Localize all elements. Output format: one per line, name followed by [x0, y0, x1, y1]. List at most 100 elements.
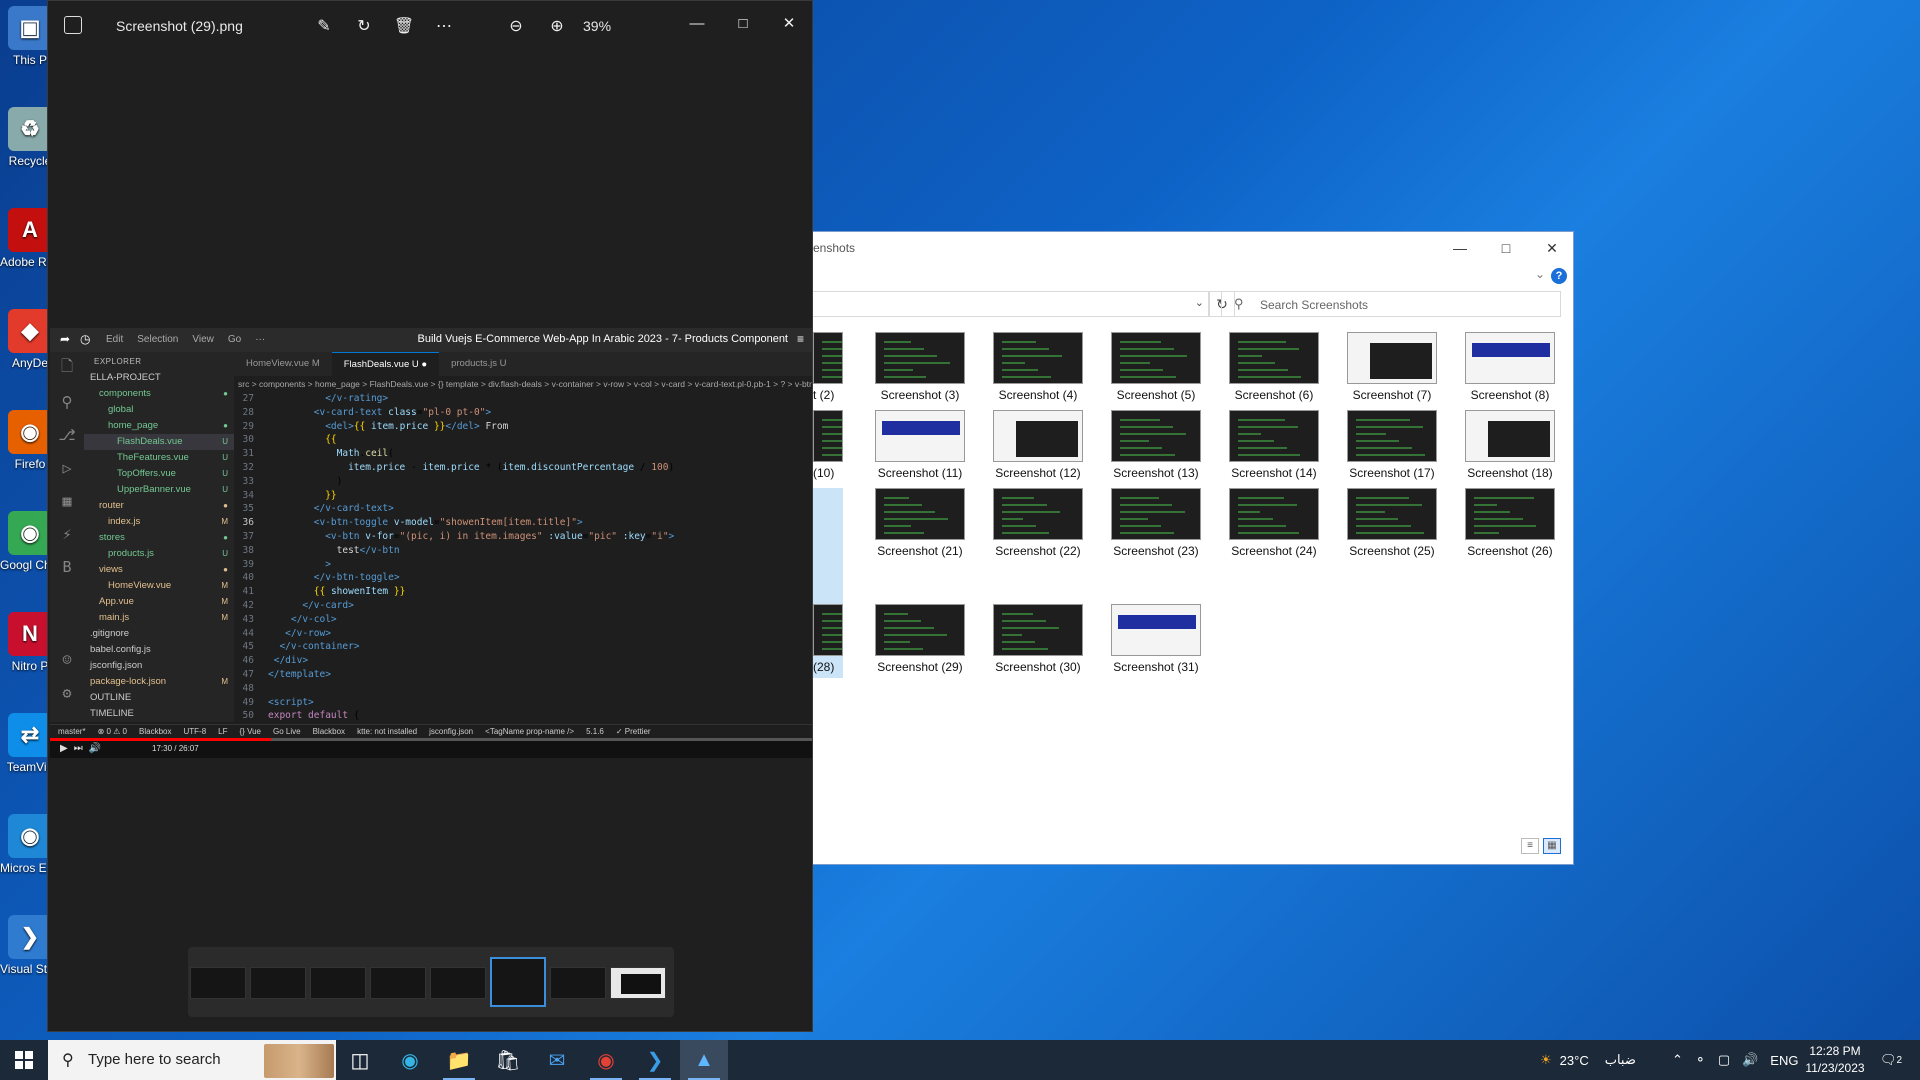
minimize-icon[interactable]: — [1437, 232, 1483, 264]
file-thumbnail [813, 410, 843, 462]
file-name: Screenshot (29) [877, 660, 963, 674]
file-thumbnail [875, 410, 965, 462]
file-tile[interactable]: Screenshot (7) [1337, 332, 1447, 406]
video-progress-bar [50, 738, 812, 741]
git-status-badge: U [222, 549, 228, 558]
tree-item-label: ELLA-PROJECT [90, 372, 161, 383]
file-tile[interactable]: Screenshot (26) [1455, 488, 1565, 562]
file-tile[interactable]: Screenshot (21) [865, 488, 975, 562]
code-line: 39 > [234, 558, 792, 572]
help-icon[interactable]: ? [1551, 268, 1567, 284]
delete-icon[interactable]: 🗑 [391, 13, 417, 39]
close-icon[interactable]: ✕ [1529, 232, 1575, 264]
task-view-icon[interactable]: ◫ [336, 1040, 384, 1080]
notifications-icon[interactable]: 🗨 2 [1880, 1040, 1902, 1080]
tree-item-label: FlashDeals.vue [117, 436, 183, 447]
adobe-reader-icon: A [8, 208, 52, 252]
file-tile[interactable]: Screenshot (24) [1219, 488, 1329, 562]
file-tile[interactable]: Screenshot (4) [983, 332, 1093, 406]
file-tile[interactable]: t (2) [813, 332, 843, 406]
search-input[interactable]: ⚲ Search Screenshots [1221, 291, 1561, 317]
file-name: Screenshot (11) [877, 466, 963, 480]
filmstrip-thumb[interactable] [370, 967, 426, 999]
search-icon: ⚲ [61, 392, 73, 411]
address-bar[interactable]: ⌄ [813, 291, 1209, 317]
file-tile[interactable]: Screenshot (8) [1455, 332, 1565, 406]
chevron-up-icon[interactable]: ⌃ [1672, 1052, 1683, 1068]
code-line: 49 <script> [234, 696, 792, 710]
maximize-icon[interactable]: □ [720, 7, 766, 39]
tree-item: .gitignore [84, 626, 234, 642]
chrome-icon[interactable]: ◉ [582, 1040, 630, 1080]
file-tile[interactable]: Screenshot (25) [1337, 488, 1447, 562]
code-line: 34 }} [234, 489, 792, 503]
file-tile[interactable]: (28) [813, 488, 843, 678]
tree-item-label: TIMELINE [90, 708, 134, 719]
start-button[interactable] [0, 1040, 48, 1080]
taskbar-search-input[interactable]: ⚲ Type here to search [48, 1040, 336, 1080]
file-tile[interactable]: Screenshot (5) [1101, 332, 1211, 406]
file-tile[interactable]: Screenshot (14) [1219, 410, 1329, 484]
file-name: Screenshot (30) [995, 660, 1081, 674]
maximize-icon[interactable]: □ [1483, 232, 1529, 264]
tree-item: global [84, 402, 234, 418]
code-text: <del>{{ item.price }}</del> From [325, 420, 509, 432]
status-item: UTF-8 [183, 727, 207, 736]
file-tile[interactable]: Screenshot (11) [865, 410, 975, 484]
minimize-icon[interactable]: — [674, 7, 720, 39]
close-icon[interactable]: ✕ [766, 7, 812, 39]
details-view-icon[interactable]: ≡ [1521, 838, 1539, 854]
code-line: 27 </v-rating> [234, 392, 792, 406]
file-tile[interactable]: Screenshot (22) [983, 488, 1093, 562]
zoom-out-icon[interactable]: ⊖ [503, 13, 529, 39]
filmstrip-thumb[interactable] [430, 967, 486, 999]
language-indicator[interactable]: ENG [1770, 1053, 1798, 1068]
zoom-in-icon[interactable]: ⊕ [544, 13, 570, 39]
line-number: 33 [242, 475, 254, 487]
network-icon[interactable]: ▢ [1718, 1052, 1730, 1068]
edge-icon[interactable]: ◉ [386, 1040, 434, 1080]
chevron-down-icon[interactable]: ⌄ [1195, 296, 1204, 309]
file-tile[interactable]: Screenshot (13) [1101, 410, 1211, 484]
file-thumbnail [1347, 410, 1437, 462]
filmstrip-thumb[interactable] [550, 967, 606, 999]
taskbar-search-placeholder: Type here to search [88, 1051, 221, 1068]
file-name: Screenshot (13) [1113, 466, 1199, 480]
source-control-icon: ⎇ [58, 425, 76, 444]
filmstrip-thumb[interactable] [250, 967, 306, 999]
file-tile[interactable]: Screenshot (18) [1455, 410, 1565, 484]
edit-icon[interactable]: ✎ [311, 13, 337, 39]
store-icon[interactable]: 🛍 [484, 1040, 532, 1080]
meet-icon[interactable]: ⚬ [1695, 1052, 1706, 1068]
file-tile[interactable]: Screenshot (29) [865, 604, 975, 678]
code-line: 36 <v-btn-toggle v-model="showenItem[ite… [234, 516, 792, 530]
mail-icon[interactable]: ✉ [533, 1040, 581, 1080]
volume-icon[interactable]: 🔊 [1742, 1052, 1758, 1068]
blackbox-icon: B [62, 557, 72, 576]
rotate-icon[interactable]: ↻ [351, 13, 377, 39]
file-tile[interactable]: (10) [813, 410, 843, 484]
filmstrip-thumb[interactable] [190, 967, 246, 999]
file-tile[interactable]: Screenshot (3) [865, 332, 975, 406]
expand-ribbon-icon[interactable]: ⌄ [1535, 267, 1545, 281]
file-tile[interactable]: Screenshot (31) [1101, 604, 1211, 678]
file-tile[interactable]: Screenshot (17) [1337, 410, 1447, 484]
filmstrip-thumb[interactable] [610, 967, 666, 999]
large-icons-view-icon[interactable]: ▦ [1543, 838, 1561, 854]
tree-item: stores ● [84, 530, 234, 546]
clock[interactable]: 12:28 PM 11/23/2023 [1800, 1043, 1870, 1077]
file-tile[interactable]: Screenshot (23) [1101, 488, 1211, 562]
file-explorer-icon[interactable]: 📁 [435, 1040, 483, 1080]
status-item: LF [218, 727, 228, 736]
vscode-icon[interactable]: ❯ [631, 1040, 679, 1080]
line-number: 37 [242, 530, 254, 542]
filmstrip-thumb[interactable] [310, 967, 366, 999]
file-tile[interactable]: Screenshot (6) [1219, 332, 1329, 406]
weather-widget[interactable]: ☀ 23°C ضباب [1540, 1040, 1636, 1080]
file-tile[interactable]: Screenshot (30) [983, 604, 1093, 678]
photos-icon[interactable]: ▲ [680, 1040, 728, 1080]
more-icon[interactable]: ⋯ [431, 13, 457, 39]
file-tile[interactable]: Screenshot (12) [983, 410, 1093, 484]
status-item: ktte: not installed [357, 727, 418, 736]
filmstrip-thumb-selected[interactable] [490, 957, 546, 1007]
